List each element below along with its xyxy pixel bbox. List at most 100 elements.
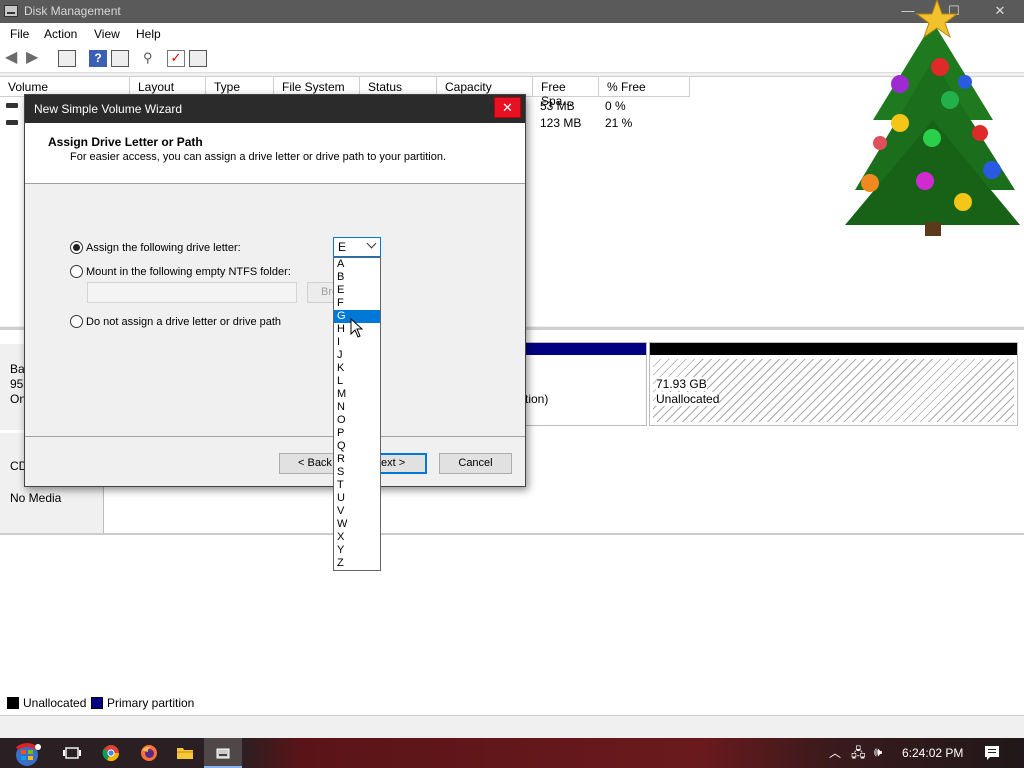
unallocated-hatch	[653, 359, 1014, 422]
drive-letter-option[interactable]: Q	[334, 440, 380, 453]
ornament	[972, 125, 988, 141]
close-icon[interactable]: ✕	[494, 97, 521, 118]
drive-letter-option[interactable]: A	[334, 258, 380, 271]
drive-letter-option[interactable]: K	[334, 362, 380, 375]
drive-letter-option[interactable]: O	[334, 414, 380, 427]
ornament	[958, 75, 972, 89]
primary-partition[interactable]: tion)	[520, 342, 647, 426]
drive-letter-option[interactable]: Y	[334, 544, 380, 557]
menu-view[interactable]: View	[94, 27, 120, 41]
drive-letter-dropdown-list[interactable]: ABEFGHIJKLMNOPQRSTUVWXYZ	[333, 257, 381, 571]
menu-action[interactable]: Action	[44, 27, 77, 41]
start-button-icon[interactable]	[10, 741, 44, 767]
drive-letter-option[interactable]: S	[334, 466, 380, 479]
drive-letter-option[interactable]: F	[334, 297, 380, 310]
taskbar: ︿ 🖧 🕪 6:24:02 PM	[0, 738, 1024, 768]
divider	[0, 533, 1024, 535]
ornament	[873, 136, 887, 150]
legend: Unallocated Primary partition	[0, 694, 1024, 714]
drive-letter-option[interactable]: W	[334, 518, 380, 531]
percent-free-cell: 0 %	[605, 99, 626, 113]
drive-letter-option[interactable]: J	[334, 349, 380, 362]
chevron-down-icon[interactable]	[366, 238, 377, 249]
drive-letter-option[interactable]: U	[334, 492, 380, 505]
next-button[interactable]: ext >	[380, 453, 427, 474]
ornament	[891, 75, 909, 93]
no-drive-letter-radio[interactable]	[70, 315, 83, 328]
drive-letter-option[interactable]: T	[334, 479, 380, 492]
drive-letter-option[interactable]: N	[334, 401, 380, 414]
volume-icon[interactable]: 🕪	[874, 744, 882, 760]
firefox-icon[interactable]	[140, 744, 158, 762]
task-view-icon[interactable]	[63, 744, 81, 762]
ornament	[891, 114, 909, 132]
chevron-up-icon[interactable]: ︿	[829, 744, 841, 761]
legend-swatch-primary	[91, 697, 103, 709]
action-center-icon[interactable]	[983, 744, 1001, 762]
cancel-button[interactable]: Cancel	[439, 453, 512, 474]
drive-letter-option[interactable]: P	[334, 427, 380, 440]
drive-letter-value: E	[338, 240, 347, 254]
legend-swatch-unallocated	[7, 697, 19, 709]
chrome-icon[interactable]	[102, 744, 120, 762]
ntfs-folder-path-field	[87, 282, 297, 303]
menu-help[interactable]: Help	[136, 27, 161, 41]
mount-ntfs-folder-label[interactable]: Mount in the following empty NTFS folder…	[86, 266, 291, 278]
taskbar-clock[interactable]: 6:24:02 PM	[902, 746, 963, 760]
wizard-subheading: For easier access, you can assign a driv…	[70, 151, 447, 163]
volume-icon	[6, 103, 18, 108]
unallocated-size: 71.93 GB	[656, 377, 707, 391]
no-drive-letter-label[interactable]: Do not assign a drive letter or drive pa…	[86, 316, 281, 328]
tree-trunk	[925, 222, 941, 236]
status-bar	[0, 715, 1024, 738]
drive-letter-option[interactable]: Z	[334, 557, 380, 570]
ornament	[983, 161, 1001, 179]
volume-icon	[6, 120, 18, 125]
column-header-percent-free[interactable]: % Free	[599, 77, 690, 97]
cd-rom-media: No Media	[10, 491, 62, 505]
ornament	[954, 193, 972, 211]
drive-letter-option[interactable]: E	[334, 284, 380, 297]
disk-management-icon	[216, 748, 230, 759]
taskbar-item-disk-management[interactable]	[204, 738, 242, 768]
mouse-cursor-icon	[350, 318, 364, 338]
back-button[interactable]: < Back	[279, 453, 335, 474]
drive-letter-option[interactable]: R	[334, 453, 380, 466]
drive-letter-option[interactable]: M	[334, 388, 380, 401]
file-explorer-icon[interactable]	[176, 744, 194, 762]
unallocated-bar	[650, 343, 1017, 355]
percent-free-cell: 21 %	[605, 116, 633, 130]
network-icon[interactable]: 🖧	[851, 744, 866, 766]
column-header-free-space[interactable]: Free Spa...	[533, 77, 599, 108]
mount-ntfs-folder-radio[interactable]	[70, 265, 83, 278]
window-title: Disk Management	[24, 4, 121, 18]
connect-icon[interactable]: ⚲	[143, 50, 161, 67]
new-simple-volume-wizard: New Simple Volume Wizard ✕ Assign Drive …	[24, 94, 526, 487]
properties-icon[interactable]	[111, 50, 129, 67]
back-arrow-icon[interactable]: ◀	[5, 50, 23, 67]
unallocated-label: Unallocated	[656, 392, 720, 406]
partition-label: tion)	[525, 392, 549, 406]
wizard-footer-divider	[25, 436, 525, 437]
help-icon[interactable]: ?	[89, 50, 107, 67]
unallocated-space[interactable]: 71.93 GB Unallocated	[649, 342, 1018, 426]
ornament	[941, 91, 959, 109]
wizard-header: Assign Drive Letter or Path For easier a…	[25, 123, 525, 184]
drive-letter-option[interactable]: V	[334, 505, 380, 518]
settings-pane-icon[interactable]	[189, 50, 207, 67]
assign-drive-letter-label[interactable]: Assign the following drive letter:	[86, 242, 241, 254]
wizard-title: New Simple Volume Wizard	[25, 95, 525, 123]
forward-arrow-icon[interactable]: ▶	[26, 50, 44, 67]
drive-letter-option[interactable]: X	[334, 531, 380, 544]
drive-letter-option[interactable]: L	[334, 375, 380, 388]
show-hide-console-tree-icon[interactable]	[58, 50, 76, 67]
menu-file[interactable]: File	[10, 27, 29, 41]
wizard-heading: Assign Drive Letter or Path	[48, 135, 203, 149]
ornament	[931, 58, 949, 76]
free-space-cell: 53 MB	[540, 99, 575, 113]
disk-management-icon	[4, 5, 18, 17]
assign-drive-letter-radio[interactable]	[70, 241, 83, 254]
drive-letter-option[interactable]: B	[334, 271, 380, 284]
checklist-icon[interactable]: ✓	[167, 50, 185, 67]
drive-letter-combobox[interactable]: E	[333, 237, 381, 257]
